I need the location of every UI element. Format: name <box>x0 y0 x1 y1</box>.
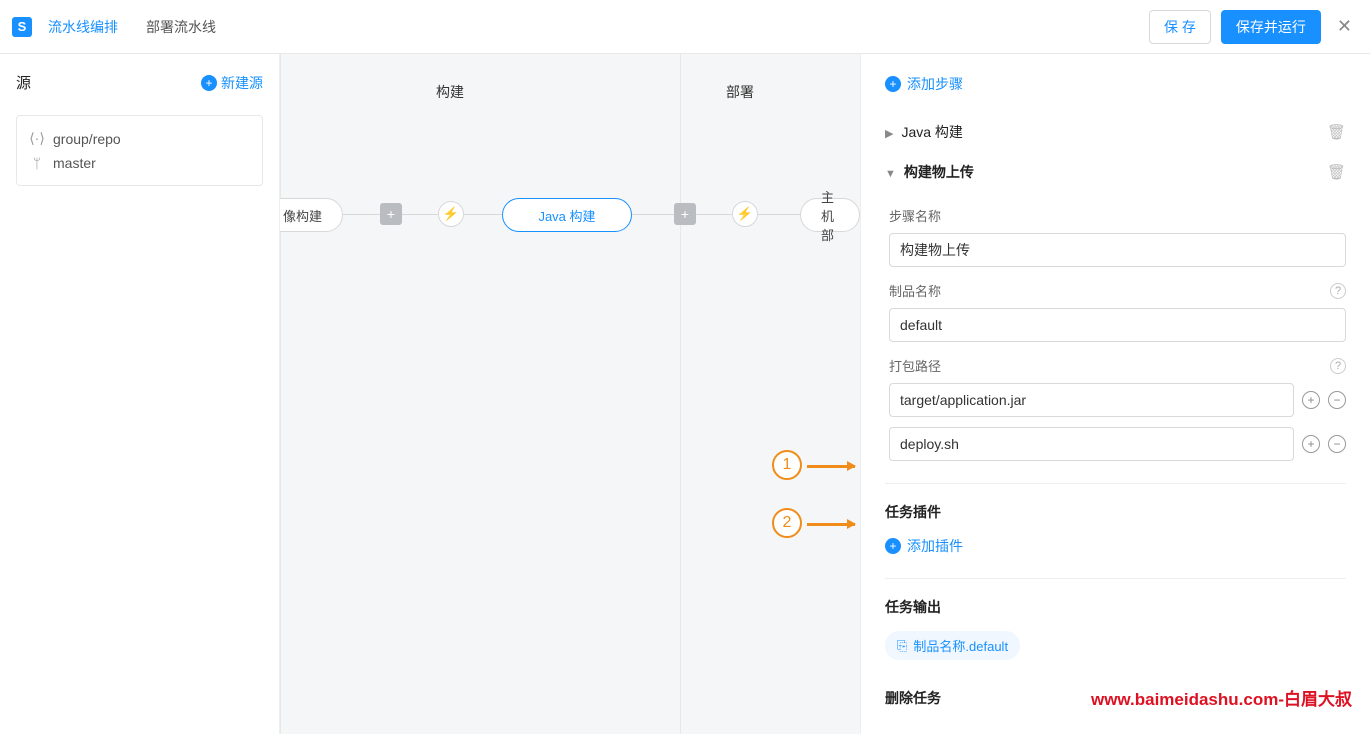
watermark-text: www.baimeidashu.com-白眉大叔 <box>1091 685 1352 710</box>
delete-step-upload[interactable]: 🗑 <box>1327 163 1346 181</box>
input-pack-path-1[interactable] <box>889 383 1294 417</box>
trigger-icon-1[interactable]: ⚡ <box>438 201 464 227</box>
source-header: 源 + 新建源 <box>16 72 263 93</box>
tab-pipeline-edit[interactable]: 流水线编排 <box>40 17 126 37</box>
node-image-build[interactable]: 像构建 <box>280 198 343 232</box>
input-artifact-name[interactable] <box>889 308 1346 342</box>
step-upload-row[interactable]: ▼ 构建物上传 🗑 <box>885 152 1346 192</box>
section-plugins-title: 任务插件 <box>885 502 1346 522</box>
output-artifact-label: 制品名称.default <box>913 636 1008 655</box>
source-title: 源 <box>16 72 31 93</box>
add-source-label: 新建源 <box>221 73 263 93</box>
add-node-button-1[interactable]: + <box>380 203 402 225</box>
section-output-title: 任务输出 <box>885 597 1346 617</box>
remove-path-icon[interactable]: − <box>1328 435 1346 453</box>
source-card[interactable]: ⟨·⟩ group/repo ᛘ master <box>16 115 263 186</box>
label-artifact-name-text: 制品名称 <box>889 281 941 300</box>
app-logo-icon: S <box>12 17 32 37</box>
source-repo-line: ⟨·⟩ group/repo <box>29 126 250 151</box>
topbar-right: 保 存 保存并运行 ✕ <box>1149 10 1358 44</box>
tab-deploy-pipeline[interactable]: 部署流水线 <box>134 17 228 37</box>
annotation-1-arrow <box>807 465 855 468</box>
step-upload-label: 构建物上传 <box>904 164 974 180</box>
divider <box>885 578 1346 579</box>
save-button[interactable]: 保 存 <box>1149 10 1211 44</box>
plus-circle-icon: + <box>885 538 901 554</box>
trigger-icon-2[interactable]: ⚡ <box>732 201 758 227</box>
close-icon[interactable]: ✕ <box>1331 16 1358 37</box>
repo-icon: ⟨·⟩ <box>29 130 45 147</box>
pipeline-canvas[interactable]: 构建 部署 像构建 + ⚡ Java 构建 + ⚡ 主机部 1 2 <box>280 54 860 734</box>
pack-path-row-1: + − <box>889 383 1346 417</box>
input-pack-path-2[interactable] <box>889 427 1294 461</box>
add-step-button[interactable]: + 添加步骤 <box>885 74 1346 94</box>
label-pack-path: 打包路径 ? <box>889 356 1346 375</box>
right-panel: + 添加步骤 ▶ Java 构建 🗑 ▼ 构建物上传 🗑 步骤名称 制品名称 ? 打… <box>860 54 1370 734</box>
branch-name: master <box>53 155 96 171</box>
divider <box>885 483 1346 484</box>
add-plugin-label: 添加插件 <box>907 536 963 556</box>
branch-icon: ᛘ <box>29 155 45 171</box>
remove-path-icon[interactable]: − <box>1328 391 1346 409</box>
stage-deploy-col: 部署 <box>680 54 860 734</box>
step-java-build-label: Java 构建 <box>901 124 962 140</box>
caret-down-icon: ▼ <box>885 168 896 180</box>
caret-right-icon: ▶ <box>885 128 893 140</box>
help-icon[interactable]: ? <box>1330 358 1346 374</box>
save-and-run-button[interactable]: 保存并运行 <box>1221 10 1321 44</box>
label-step-name: 步骤名称 <box>889 206 1346 225</box>
step-java-build-row[interactable]: ▶ Java 构建 🗑 <box>885 112 1346 152</box>
source-column: 源 + 新建源 ⟨·⟩ group/repo ᛘ master <box>0 54 280 734</box>
topbar: S 流水线编排 部署流水线 保 存 保存并运行 ✕ <box>0 0 1370 54</box>
stage-build-col: 构建 <box>280 54 580 734</box>
input-step-name[interactable] <box>889 233 1346 267</box>
main-area: 源 + 新建源 ⟨·⟩ group/repo ᛘ master 构建 部署 像构… <box>0 54 1370 734</box>
source-branch-line: ᛘ master <box>29 151 250 175</box>
plus-circle-icon: + <box>885 76 901 92</box>
stage-build-label: 构建 <box>436 82 464 102</box>
add-path-icon[interactable]: + <box>1302 391 1320 409</box>
annotation-2-arrow <box>807 523 855 526</box>
label-pack-path-text: 打包路径 <box>889 356 941 375</box>
topbar-left: S 流水线编排 部署流水线 <box>12 17 228 37</box>
help-icon[interactable]: ? <box>1330 283 1346 299</box>
annotation-2: 2 <box>772 508 802 538</box>
label-artifact-name: 制品名称 ? <box>889 281 1346 300</box>
add-step-label: 添加步骤 <box>907 74 963 94</box>
plus-circle-icon: + <box>201 75 217 91</box>
add-path-icon[interactable]: + <box>1302 435 1320 453</box>
node-host-deploy[interactable]: 主机部 <box>800 198 860 232</box>
output-artifact-tag[interactable]: ⎘ 制品名称.default <box>885 631 1020 660</box>
add-node-button-2[interactable]: + <box>674 203 696 225</box>
delete-step-java-build[interactable]: 🗑 <box>1327 123 1346 141</box>
link-icon: ⎘ <box>897 638 907 654</box>
add-plugin-button[interactable]: + 添加插件 <box>885 536 1346 556</box>
pack-path-row-2: + − <box>889 427 1346 461</box>
annotation-1: 1 <box>772 450 802 480</box>
stage-deploy-label: 部署 <box>726 82 754 102</box>
step-upload-form: 步骤名称 制品名称 ? 打包路径 ? + − + − <box>885 206 1346 461</box>
repo-name: group/repo <box>53 131 121 147</box>
node-java-build[interactable]: Java 构建 <box>502 198 632 232</box>
add-source-button[interactable]: + 新建源 <box>201 73 263 93</box>
